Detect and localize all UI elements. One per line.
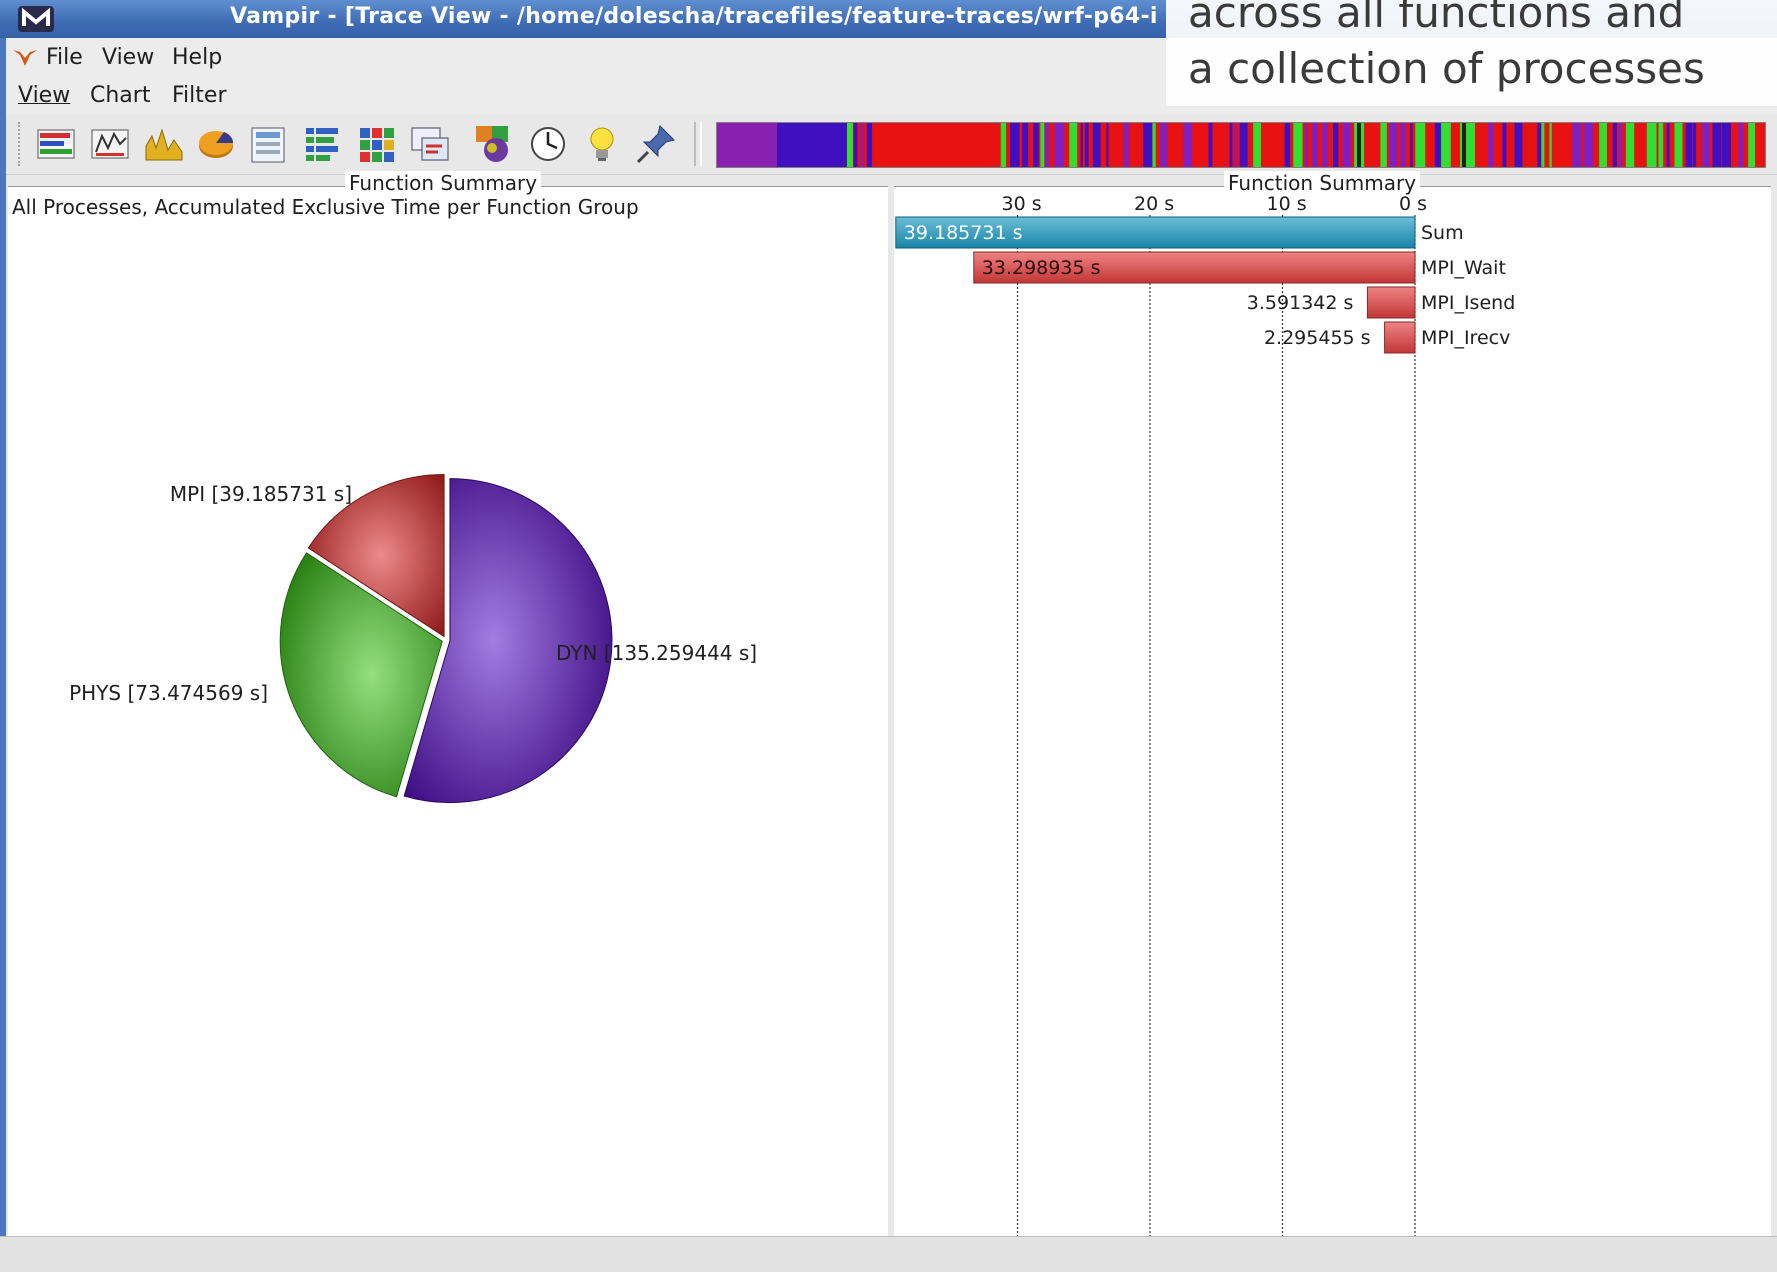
x-tick-label: 20 s <box>1134 193 1174 215</box>
bar-category-label: MPI_Wait <box>1421 257 1506 279</box>
clock-icon[interactable] <box>526 122 570 166</box>
caption-line-1: across all functions and <box>1188 0 1685 37</box>
menu-file[interactable]: File <box>46 45 83 70</box>
x-tick-label: 10 s <box>1267 193 1307 215</box>
menu-filter[interactable]: Filter <box>172 83 226 108</box>
bar-value-label: 33.298935 s <box>982 257 1101 279</box>
menu-trace-view[interactable]: View <box>18 83 70 108</box>
function-group-pie-chart[interactable]: DYN [135.259444 s] PHYS [73.474569 s] MPI … <box>8 187 888 1237</box>
toolbar-grip[interactable] <box>18 122 26 166</box>
pin-icon[interactable] <box>634 122 678 166</box>
window-frame-left <box>0 38 6 1272</box>
window-title: Vampir - [Trace View - /home/dolescha/tr… <box>230 4 1158 29</box>
bar-category-label: Sum <box>1421 222 1464 244</box>
slide-caption-overlay: across all functions and a collection of… <box>1166 0 1777 106</box>
trace-overview-timeline[interactable] <box>716 122 1766 168</box>
lightbulb-icon[interactable] <box>580 122 624 166</box>
bar-category-label: MPI_Isend <box>1421 292 1515 314</box>
process-timeline-icon[interactable] <box>88 122 132 166</box>
caption-line-2: a collection of processes <box>1188 44 1705 93</box>
counter-timeline-icon[interactable] <box>142 122 186 166</box>
vampir-window: Vampir - [Trace View - /home/dolescha/tr… <box>0 0 1777 1272</box>
bar-mpi-isend[interactable] <box>1366 286 1416 319</box>
vampir-app-icon[interactable] <box>14 4 62 34</box>
bar-value-label: 3.591342 s <box>1247 292 1354 314</box>
status-bar <box>0 1236 1777 1272</box>
function-summary-bar-panel: Function Summary 30 s 20 s 10 s0 s 39.18573… <box>894 171 1771 1237</box>
menu-chart[interactable]: Chart <box>90 83 150 108</box>
bar-value-label: 2.295455 s <box>1264 327 1371 349</box>
bar-category-label: MPI_Irecv <box>1421 327 1510 349</box>
process-summary-icon[interactable] <box>300 122 344 166</box>
bar-mpi-irecv[interactable] <box>1384 321 1416 354</box>
pie-label-phys: PHYS [73.474569 s] <box>69 681 268 705</box>
bar-value-label: 39.185731 s <box>904 222 1023 244</box>
menu-help[interactable]: Help <box>172 45 222 70</box>
function-bar-chart[interactable]: 30 s 20 s 10 s 0 s 39.185731 s Sum 33.298935 s… <box>894 187 1771 1237</box>
message-summary-icon[interactable] <box>246 122 290 166</box>
master-timeline-icon[interactable] <box>34 122 78 166</box>
pie-label-dyn: DYN [135.259444 s] <box>556 641 757 665</box>
x-tick-label: 0 s <box>1399 193 1427 215</box>
communication-matrix-icon[interactable] <box>354 122 398 166</box>
function-summary-pie-panel: Function Summary All Processes, Accumula… <box>8 171 888 1237</box>
call-tree-icon[interactable] <box>470 122 514 166</box>
io-events-icon[interactable] <box>408 122 452 166</box>
menu-view[interactable]: View <box>102 45 154 70</box>
bat-logo-icon <box>13 50 37 66</box>
function-summary-icon[interactable] <box>194 122 238 166</box>
x-tick-label: 30 s <box>1002 193 1042 215</box>
toolbar-separator <box>694 122 702 166</box>
pie-label-mpi: MPI [39.185731 s] <box>170 482 352 506</box>
